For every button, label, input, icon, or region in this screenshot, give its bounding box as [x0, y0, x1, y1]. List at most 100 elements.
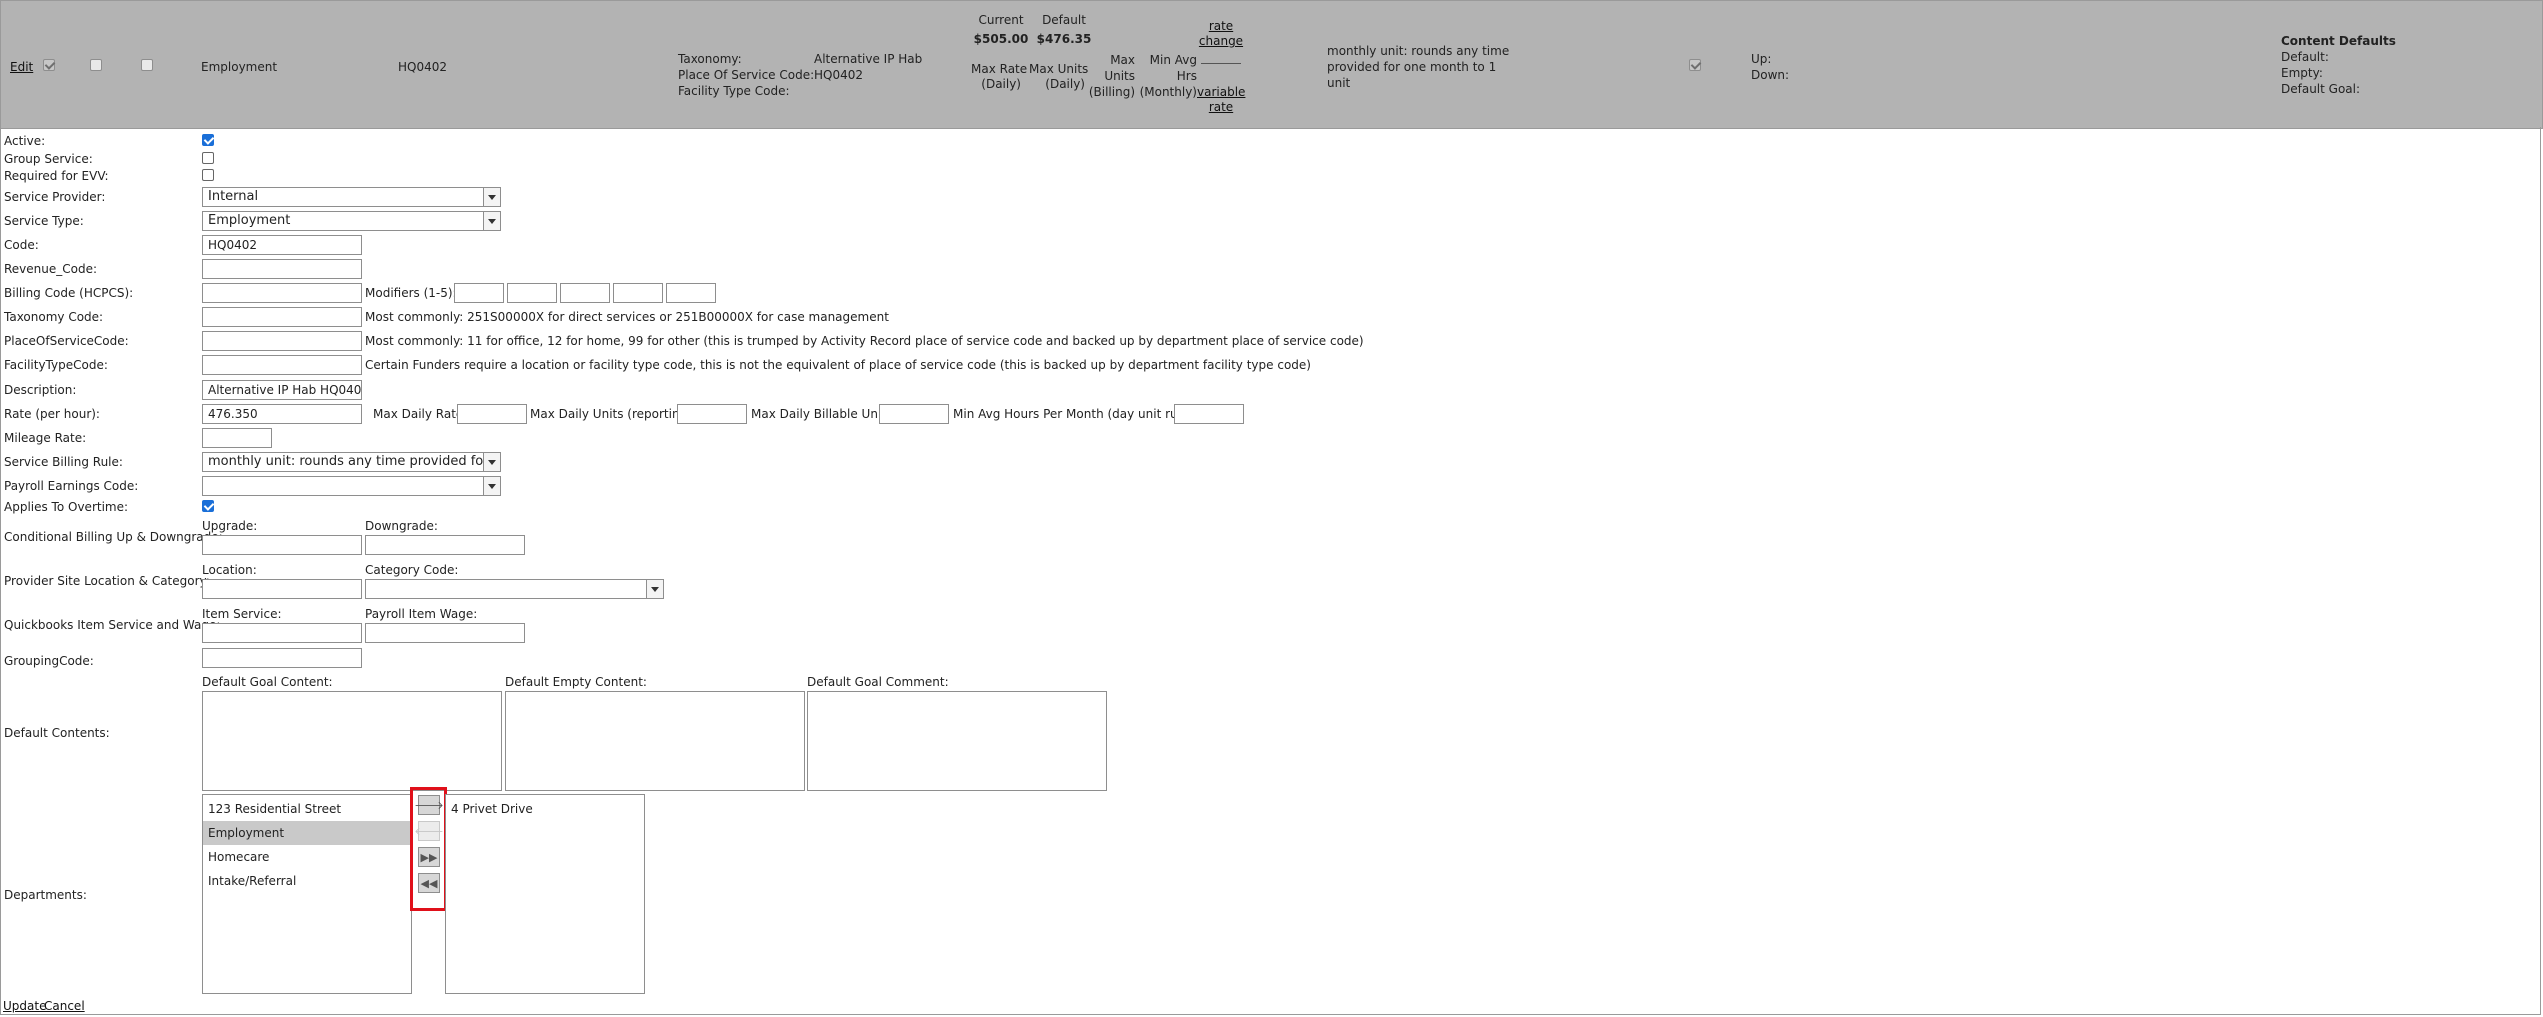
required-evv-checkbox[interactable]	[202, 169, 214, 181]
list-item[interactable]: 4 Privet Drive	[446, 797, 644, 821]
min-avg-hours-input[interactable]	[1174, 404, 1244, 424]
default-goal-comment-label: Default Goal Comment:	[807, 675, 949, 689]
code-input[interactable]: HQ0402	[202, 235, 362, 255]
overtime-label: Applies To Overtime:	[4, 500, 129, 514]
description-input[interactable]: Alternative IP Hab HQ0402	[202, 380, 362, 400]
quickbooks-label: Quickbooks Item Service and Wage:	[4, 618, 221, 632]
billing-rule-select[interactable]: monthly unit: rounds any time provided f…	[202, 452, 501, 472]
edit-link[interactable]: Edit	[10, 60, 33, 74]
header-taxonomy-value: Alternative IP Hab	[814, 52, 923, 66]
selected-departments-list[interactable]: 4 Privet Drive	[445, 794, 645, 994]
default-empty-content-textarea[interactable]	[505, 691, 805, 791]
location-label: Location:	[202, 563, 257, 577]
billing-rule-value: monthly unit: rounds any time provided f…	[208, 454, 501, 469]
facility-label: FacilityTypeCode:	[4, 358, 108, 372]
pos-input[interactable]	[202, 331, 362, 351]
header-billing-rule-l1: monthly unit: rounds any time	[1327, 44, 1510, 58]
service-type-select[interactable]: Employment	[202, 211, 501, 231]
content-defaults-goal: Default Goal:	[2281, 82, 2361, 96]
active-checkbox[interactable]	[202, 134, 214, 146]
modifier-1-input[interactable]	[454, 283, 504, 303]
rate-input[interactable]: 476.350	[202, 404, 362, 424]
header-max-units-billing-l3: (Billing)	[1088, 85, 1135, 99]
downgrade-label: Downgrade:	[365, 519, 438, 533]
header-min-avg-l1: Min Avg	[1149, 53, 1197, 67]
header-billing-rule-l3: unit	[1327, 76, 1351, 90]
highlight-box	[410, 787, 447, 911]
modifier-5-input[interactable]	[666, 283, 716, 303]
rate-label: Rate (per hour):	[4, 407, 100, 421]
chevron-down-icon	[483, 477, 500, 495]
modifier-3-input[interactable]	[560, 283, 610, 303]
header-active-checkbox	[43, 59, 55, 71]
header-min-avg-l3: (Monthly)	[1139, 85, 1197, 99]
modifier-2-input[interactable]	[507, 283, 557, 303]
cond-billing-label: Conditional Billing Up & Downgrade:	[4, 530, 223, 544]
downgrade-input[interactable]	[365, 535, 525, 555]
chevron-down-icon	[483, 453, 500, 471]
list-item[interactable]: Employment	[203, 821, 411, 845]
header-facility-label: Facility Type Code:	[678, 84, 790, 98]
rate-change-link-l1[interactable]: rate	[1197, 19, 1245, 33]
min-avg-hours-label: Min Avg Hours Per Month (day unit rule):	[953, 407, 1198, 421]
list-item[interactable]: Intake/Referral	[203, 869, 411, 893]
default-goal-content-textarea[interactable]	[202, 691, 502, 791]
departments-label: Departments:	[4, 888, 87, 902]
payroll-item-input[interactable]	[365, 623, 525, 643]
max-daily-rate-input[interactable]	[457, 404, 527, 424]
grouping-input[interactable]	[202, 648, 362, 668]
header-evv-checkbox	[141, 59, 153, 71]
default-goal-content-label: Default Goal Content:	[202, 675, 333, 689]
header-max-rate-l1: Max Rate	[971, 62, 1028, 76]
header-current-rate: $505.00	[973, 32, 1029, 46]
default-goal-comment-textarea[interactable]	[807, 691, 1107, 791]
payroll-label: Payroll Earnings Code:	[4, 479, 139, 493]
update-link[interactable]: Update	[3, 999, 46, 1013]
mileage-input[interactable]	[202, 428, 272, 448]
category-label: Category Code:	[365, 563, 459, 577]
max-daily-billable-input[interactable]	[879, 404, 949, 424]
item-service-input[interactable]	[202, 623, 362, 643]
max-daily-rate-label: Max Daily Rate:	[373, 407, 468, 421]
upgrade-input[interactable]	[202, 535, 362, 555]
variable-rate-link-l1[interactable]: variable	[1197, 85, 1245, 99]
billing-rule-label: Service Billing Rule:	[4, 455, 123, 469]
group-service-checkbox[interactable]	[202, 152, 214, 164]
pos-hint: Most commonly: 11 for office, 12 for hom…	[365, 334, 1364, 348]
list-item[interactable]: 123 Residential Street	[203, 797, 411, 821]
header-pos-label: Place Of Service Code:	[678, 68, 815, 82]
overtime-checkbox[interactable]	[202, 500, 214, 512]
list-item[interactable]: Homecare	[203, 845, 411, 869]
taxonomy-input[interactable]	[202, 307, 362, 327]
rate-divider	[1201, 63, 1241, 64]
chevron-down-icon	[646, 580, 663, 598]
service-row-header: Edit Employment HQ0402 Taxonomy: Place O…	[0, 0, 2543, 129]
cancel-link[interactable]: Cancel	[44, 999, 85, 1013]
item-service-label: Item Service:	[202, 607, 282, 621]
billing-code-input[interactable]	[202, 283, 362, 303]
max-daily-units-input[interactable]	[677, 404, 747, 424]
header-default-label: Default	[1042, 13, 1086, 27]
header-group-checkbox	[90, 59, 102, 71]
header-code: HQ0402	[398, 60, 448, 74]
max-daily-billable-label: Max Daily Billable Units:	[751, 407, 897, 421]
location-input[interactable]	[202, 579, 362, 599]
revenue-code-label: Revenue_Code:	[4, 262, 98, 276]
revenue-code-input[interactable]	[202, 259, 362, 279]
modifier-4-input[interactable]	[613, 283, 663, 303]
upgrade-label: Upgrade:	[202, 519, 258, 533]
facility-input[interactable]	[202, 355, 362, 375]
max-daily-units-label: Max Daily Units (reporting):	[530, 407, 696, 421]
provider-site-label: Provider Site Location & Category:	[4, 574, 210, 588]
payroll-select[interactable]	[202, 476, 501, 496]
available-departments-list[interactable]: 123 Residential Street Employment Homeca…	[202, 794, 412, 994]
content-defaults-default: Default:	[2281, 50, 2329, 64]
header-default-rate: $476.35	[1036, 32, 1092, 46]
rate-change-link-l2[interactable]: change	[1197, 34, 1245, 48]
payroll-item-label: Payroll Item Wage:	[365, 607, 478, 621]
content-defaults-empty: Empty:	[2281, 66, 2323, 80]
grouping-label: GroupingCode:	[4, 654, 94, 668]
variable-rate-link-l2[interactable]: rate	[1197, 100, 1245, 114]
service-provider-select[interactable]: Internal	[202, 187, 501, 207]
category-select[interactable]	[365, 579, 664, 599]
